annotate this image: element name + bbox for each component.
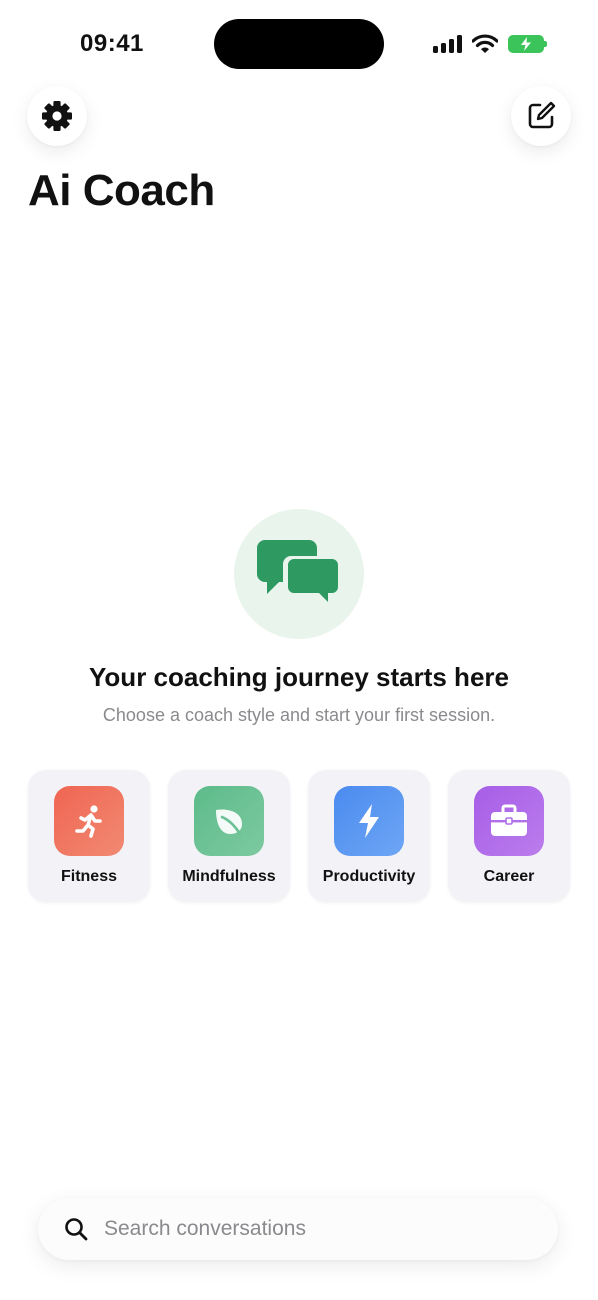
empty-state-subtitle: Choose a coach style and start your firs… [102,705,496,725]
empty-state-icon-badge [234,509,364,639]
coach-card-career[interactable]: Career [448,770,570,902]
chat-bubbles-icon [257,540,341,608]
coach-card-mindfulness[interactable]: Mindfulness [168,770,290,902]
coach-card-productivity[interactable]: Productivity [308,770,430,902]
wifi-icon [472,34,498,53]
coach-card-fitness[interactable]: Fitness [28,770,150,902]
status-icons [433,32,547,56]
settings-button[interactable] [27,86,87,146]
search-bar[interactable] [38,1198,558,1260]
dynamic-island [214,19,384,69]
status-bar: 09:41 [0,0,598,80]
career-tile [474,786,544,856]
lightning-icon [359,804,379,838]
search-icon [65,1218,88,1241]
new-conversation-button[interactable] [511,86,571,146]
fitness-tile [54,786,124,856]
battery-charging-icon [508,35,547,53]
compose-icon [528,101,556,129]
empty-state-heading: Your coaching journey starts here [89,662,509,692]
cellular-signal-icon [433,35,462,53]
briefcase-icon [491,804,527,836]
mindfulness-tile [194,786,264,856]
leaf-icon [216,809,242,836]
coach-label-productivity: Productivity [322,868,416,885]
coach-label-mindfulness: Mindfulness [182,868,276,885]
productivity-tile [334,786,404,856]
gear-icon [42,101,72,131]
coach-label-fitness: Fitness [60,868,117,885]
status-time: 09:41 [80,30,144,57]
coach-label-career: Career [483,868,535,885]
search-input[interactable] [102,1216,506,1242]
page-title: Ai Coach [28,166,215,215]
coach-style-grid: Fitness Mindfulness Productivity Career [28,770,570,902]
running-icon [75,805,102,838]
